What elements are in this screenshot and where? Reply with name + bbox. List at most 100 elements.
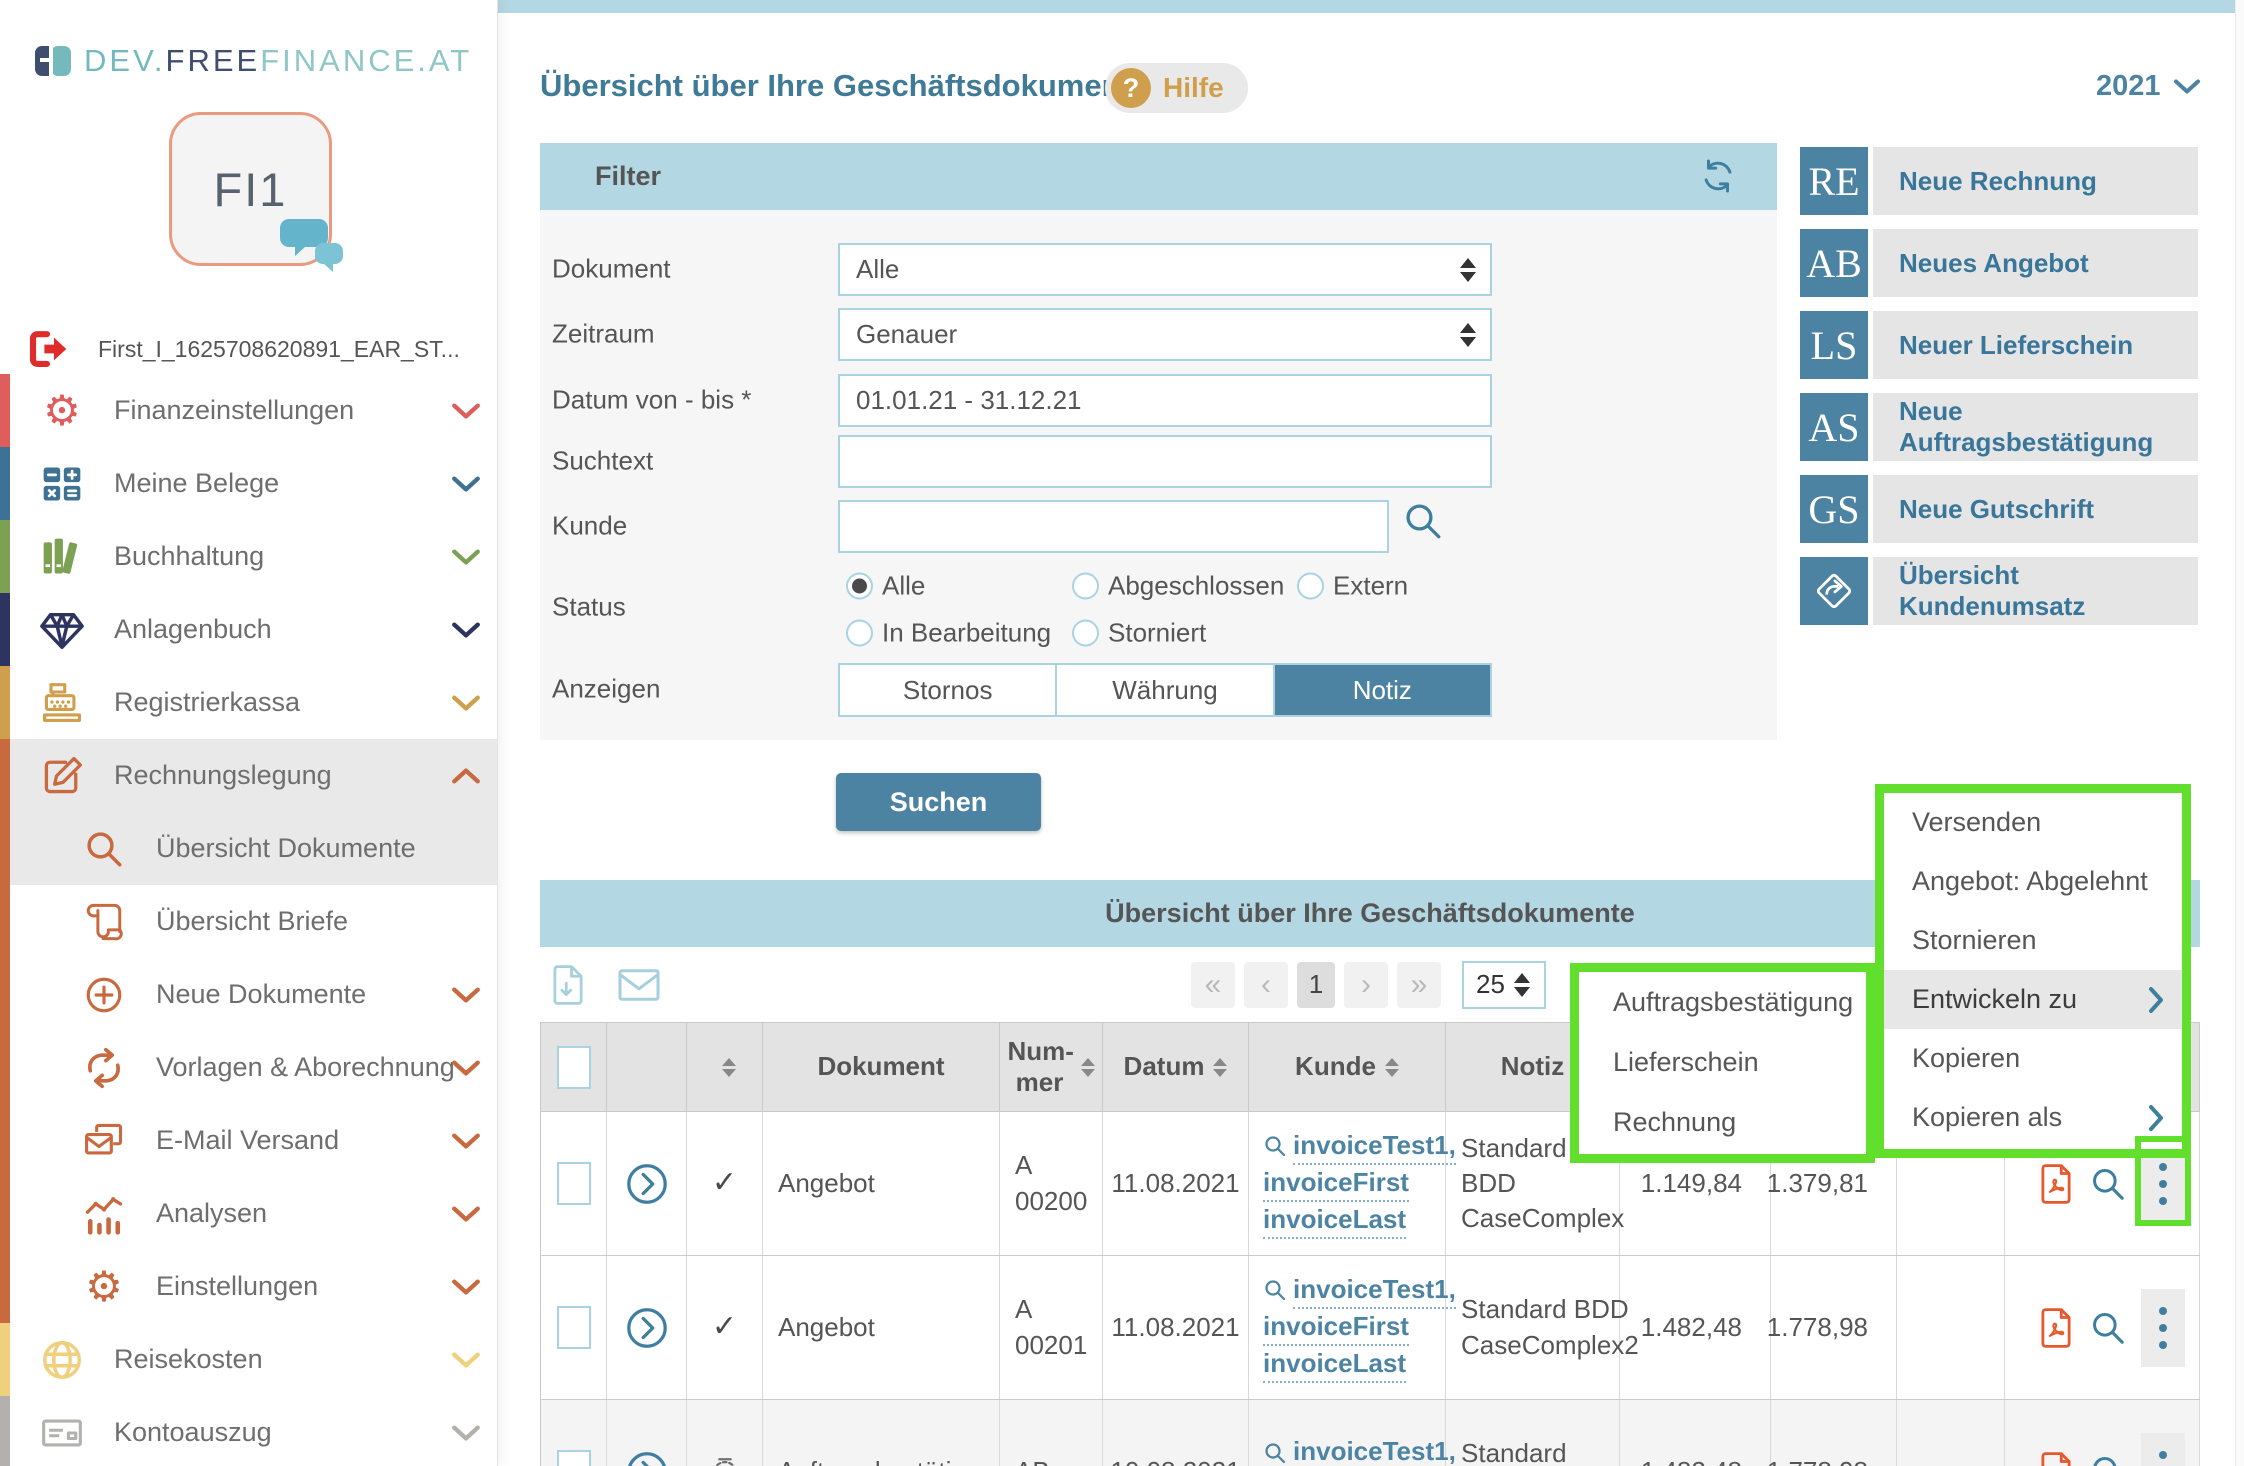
kebab-menu-button[interactable] <box>2141 1289 2185 1367</box>
kunde-link[interactable]: invoiceLast <box>1263 1202 1406 1239</box>
header-dokument[interactable]: Dokument <box>763 1023 1000 1111</box>
radio-icon[interactable] <box>1072 620 1099 647</box>
menu-item-kopieren-als[interactable]: Kopieren als <box>1884 1088 2182 1147</box>
status-radio-storniert[interactable]: Storniert <box>1072 618 1206 649</box>
row-checkbox[interactable] <box>557 1306 591 1349</box>
select-all-checkbox[interactable] <box>557 1046 591 1089</box>
first-page-button[interactable]: « <box>1191 962 1235 1008</box>
sort-icon[interactable] <box>1213 1058 1227 1077</box>
submenu-item-auftragsbestaetigung[interactable]: Auftragsbestätigung <box>1579 972 1866 1032</box>
menu-item-entwickeln-zu[interactable]: Entwickeln zu <box>1884 970 2182 1029</box>
expand-circle-icon[interactable] <box>624 1305 670 1351</box>
export-document-icon[interactable] <box>550 964 586 1006</box>
status-radio-in-bearbeitung[interactable]: In Bearbeitung <box>846 618 1051 649</box>
kebab-menu-button[interactable] <box>2141 1433 2185 1466</box>
status-radio-alle[interactable]: Alle <box>846 571 925 602</box>
pdf-icon[interactable] <box>2037 1451 2075 1466</box>
sidebar-item-neue-dokumente[interactable]: Neue Dokumente <box>0 958 497 1031</box>
sidebar-item-reisekosten[interactable]: Reisekosten <box>0 1323 497 1396</box>
neue-auftragsbestaetigung-button[interactable]: AS Neue Auftragsbestätigung <box>1800 393 2198 461</box>
status-radio-abgeschlossen[interactable]: Abgeschlossen <box>1072 571 1284 602</box>
kunde-link[interactable]: invoiceTest1, <box>1293 1272 1456 1309</box>
anzeigen-waehrung-button[interactable]: Währung <box>1057 665 1274 715</box>
dokument-select[interactable]: Alle <box>838 243 1492 296</box>
neue-gutschrift-button[interactable]: GS Neue Gutschrift <box>1800 475 2198 543</box>
submenu-item-lieferschein[interactable]: Lieferschein <box>1579 1032 1866 1092</box>
anzeigen-notiz-button[interactable]: Notiz <box>1275 665 1490 715</box>
suchen-button[interactable]: Suchen <box>836 773 1041 831</box>
sidebar-item-analysen[interactable]: Analysen <box>0 1177 497 1250</box>
sidebar-item-vorlagen-aborechnung[interactable]: Vorlagen & Aborechnung <box>0 1031 497 1104</box>
chart-icon <box>80 1192 128 1236</box>
sidebar-item-kontoauszug[interactable]: Kontoauszug <box>0 1396 497 1466</box>
sort-icon[interactable] <box>1081 1058 1095 1077</box>
year-selector[interactable]: 2021 <box>2096 70 2201 103</box>
header-nummer[interactable]: Num-mer <box>1000 1023 1103 1111</box>
neues-angebot-button[interactable]: AB Neues Angebot <box>1800 229 2198 297</box>
sidebar-item-registrierkassa[interactable]: Registrierkassa <box>0 666 497 739</box>
brand-logo[interactable]: DEV.FREEFINANCE.AT <box>34 42 472 80</box>
radio-icon[interactable] <box>1297 573 1324 600</box>
chevron-down-icon <box>451 986 481 1004</box>
refresh-icon[interactable] <box>1699 157 1737 195</box>
preview-search-icon[interactable] <box>2089 1165 2127 1203</box>
sidebar-item-buchhaltung[interactable]: Buchhaltung <box>0 520 497 593</box>
last-page-button[interactable]: » <box>1397 962 1441 1008</box>
datum-input[interactable]: 01.01.21 - 31.12.21 <box>838 374 1492 427</box>
radio-icon[interactable] <box>1072 573 1099 600</box>
suchtext-input[interactable] <box>838 435 1492 488</box>
menu-item-angebot-abgelehnt[interactable]: Angebot: Abgelehnt <box>1884 852 2182 911</box>
kunde-link[interactable]: invoiceLast <box>1263 1346 1406 1383</box>
kunde-link[interactable]: invoiceFirst <box>1263 1165 1409 1202</box>
kunde-link[interactable]: invoiceTest1, <box>1293 1434 1456 1466</box>
anzeigen-stornos-button[interactable]: Stornos <box>840 665 1057 715</box>
kunde-input[interactable] <box>838 500 1389 553</box>
sidebar-item-uebersicht-dokumente[interactable]: Übersicht Dokumente <box>0 812 497 885</box>
current-page[interactable]: 1 <box>1297 962 1335 1008</box>
expand-circle-icon[interactable] <box>624 1449 670 1466</box>
row-checkbox[interactable] <box>557 1162 591 1205</box>
sidebar-item-email-versand[interactable]: E-Mail Versand <box>0 1104 497 1177</box>
sidebar-item-uebersicht-briefe[interactable]: Übersicht Briefe <box>0 885 497 958</box>
freefinance-logo-icon <box>34 42 72 80</box>
kunde-link[interactable]: invoiceFirst <box>1263 1309 1409 1346</box>
header-status-sort[interactable] <box>687 1023 763 1111</box>
filter-header: Filter <box>540 143 1777 210</box>
sidebar-item-finanzeinstellungen[interactable]: ⚙ Finanzeinstellungen <box>0 374 497 447</box>
sort-icon[interactable] <box>1385 1058 1399 1077</box>
zeitraum-select[interactable]: Genauer <box>838 308 1492 361</box>
sidebar-item-rechnungslegung[interactable]: Rechnungslegung <box>0 739 497 812</box>
menu-item-kopieren[interactable]: Kopieren <box>1884 1029 2182 1088</box>
sidebar-item-einstellungen[interactable]: ⚙ Einstellungen <box>0 1250 497 1323</box>
neue-rechnung-button[interactable]: RE Neue Rechnung <box>1800 147 2198 215</box>
header-datum[interactable]: Datum <box>1103 1023 1249 1111</box>
header-kunde[interactable]: Kunde <box>1249 1023 1446 1111</box>
prev-page-button[interactable]: ‹ <box>1244 962 1288 1008</box>
sidebar-item-meine-belege[interactable]: Meine Belege <box>0 447 497 520</box>
radio-icon[interactable] <box>846 573 873 600</box>
envelope-icon[interactable] <box>616 966 662 1004</box>
scrollbar[interactable] <box>2235 0 2244 1466</box>
sidebar-item-anlagenbuch[interactable]: Anlagenbuch <box>0 593 497 666</box>
neuer-lieferschein-button[interactable]: LS Neuer Lieferschein <box>1800 311 2198 379</box>
page-size-select[interactable]: 25 <box>1462 961 1546 1009</box>
status-radio-extern[interactable]: Extern <box>1297 571 1408 602</box>
menu-item-stornieren[interactable]: Stornieren <box>1884 911 2182 970</box>
expand-circle-icon[interactable] <box>624 1161 670 1207</box>
pdf-icon[interactable] <box>2037 1307 2075 1349</box>
avatar[interactable]: FI1 <box>169 112 332 266</box>
help-button[interactable]: ? Hilfe <box>1105 63 1248 113</box>
next-page-button[interactable]: › <box>1344 962 1388 1008</box>
sort-icon[interactable] <box>722 1058 736 1077</box>
logout-button[interactable]: First_I_1625708620891_EAR_ST... <box>26 328 460 370</box>
row-checkbox[interactable] <box>557 1450 591 1466</box>
uebersicht-kundenumsatz-button[interactable]: Übersicht Kundenumsatz <box>1800 557 2198 625</box>
preview-search-icon[interactable] <box>2089 1309 2127 1347</box>
menu-item-versenden[interactable]: Versenden <box>1884 793 2182 852</box>
submenu-item-rechnung[interactable]: Rechnung <box>1579 1092 1866 1152</box>
kunde-search-icon[interactable] <box>1402 500 1444 542</box>
pdf-icon[interactable] <box>2037 1163 2075 1205</box>
radio-icon[interactable] <box>846 620 873 647</box>
preview-search-icon[interactable] <box>2089 1453 2127 1466</box>
kunde-link[interactable]: invoiceTest1, <box>1293 1128 1456 1165</box>
